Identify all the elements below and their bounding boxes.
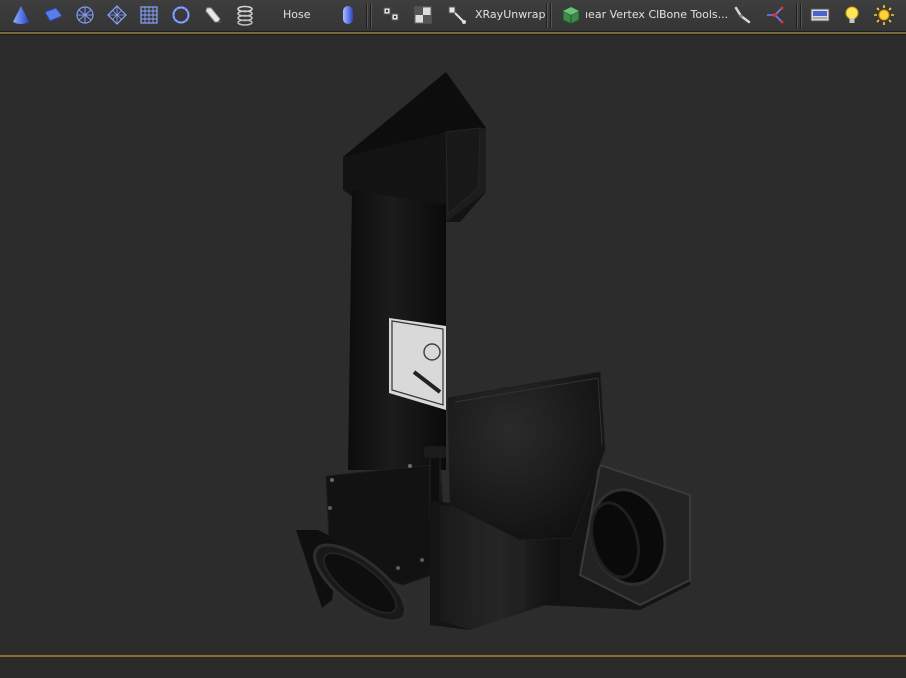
- bone-chain-icon: [734, 6, 751, 24]
- toolbar-separator: [796, 3, 797, 28]
- geosphere-button[interactable]: [72, 2, 98, 28]
- light-bulb-button[interactable]: [839, 2, 865, 28]
- bone-chain-button[interactable]: [730, 2, 756, 28]
- cone-icon: [13, 6, 29, 24]
- uv-checker-icon: [414, 6, 432, 24]
- xray-unwrap-button[interactable]: XRayUnwrap: [475, 0, 545, 30]
- pen-tool-button[interactable]: [200, 2, 226, 28]
- green-box-button[interactable]: [558, 2, 584, 28]
- bone-branch-button[interactable]: [762, 2, 788, 28]
- toolbar-separator: [550, 3, 551, 28]
- grid-button[interactable]: [136, 2, 162, 28]
- toolbar-separator: [546, 3, 547, 28]
- grid-icon: [140, 6, 158, 24]
- uv-scatter-icon: [383, 7, 399, 21]
- torus-icon: [172, 6, 190, 24]
- sun-button[interactable]: [871, 2, 897, 28]
- xray-unwrap-icon-button[interactable]: [444, 2, 470, 28]
- capsule-button[interactable]: [335, 2, 361, 28]
- plane-icon: [44, 7, 63, 22]
- torus-button[interactable]: [168, 2, 194, 28]
- sun-icon: [874, 5, 894, 25]
- perspective-viewport[interactable]: [0, 35, 906, 655]
- xray-unwrap-icon: [448, 6, 466, 24]
- diamond-grid-button[interactable]: [104, 2, 130, 28]
- toolbar-separator: [800, 3, 801, 28]
- capsule-icon: [343, 6, 353, 24]
- timeline-strip: [0, 657, 906, 678]
- linear-vertex-color-button[interactable]: ıear Vertex Clı: [585, 0, 662, 30]
- plane-button[interactable]: [40, 2, 66, 28]
- uv-scatter-button[interactable]: [378, 2, 404, 28]
- light-bulb-icon: [845, 6, 859, 23]
- spring-icon: [237, 5, 253, 26]
- hose-button[interactable]: Hose: [283, 0, 311, 30]
- bone-tools-button[interactable]: Bone Tools...: [659, 0, 728, 30]
- spring-button[interactable]: [232, 2, 258, 28]
- render-setup-button[interactable]: [807, 2, 833, 28]
- render-setup-icon: [810, 8, 830, 22]
- toolbar-separator: [366, 3, 367, 28]
- uv-checker-button[interactable]: [410, 2, 436, 28]
- toolbar-separator: [370, 3, 371, 28]
- cone-button[interactable]: [8, 2, 34, 28]
- green-box-icon: [562, 6, 580, 25]
- duct-pipe-model[interactable]: [0, 35, 906, 655]
- main-toolbar: Hose XRayUnwrap ıear Vertex Clı Bone Too…: [0, 0, 906, 32]
- bone-branch-icon: [767, 6, 784, 24]
- pen-tool-icon: [205, 7, 221, 23]
- diamond-grid-icon: [107, 5, 127, 25]
- geosphere-icon: [76, 6, 94, 24]
